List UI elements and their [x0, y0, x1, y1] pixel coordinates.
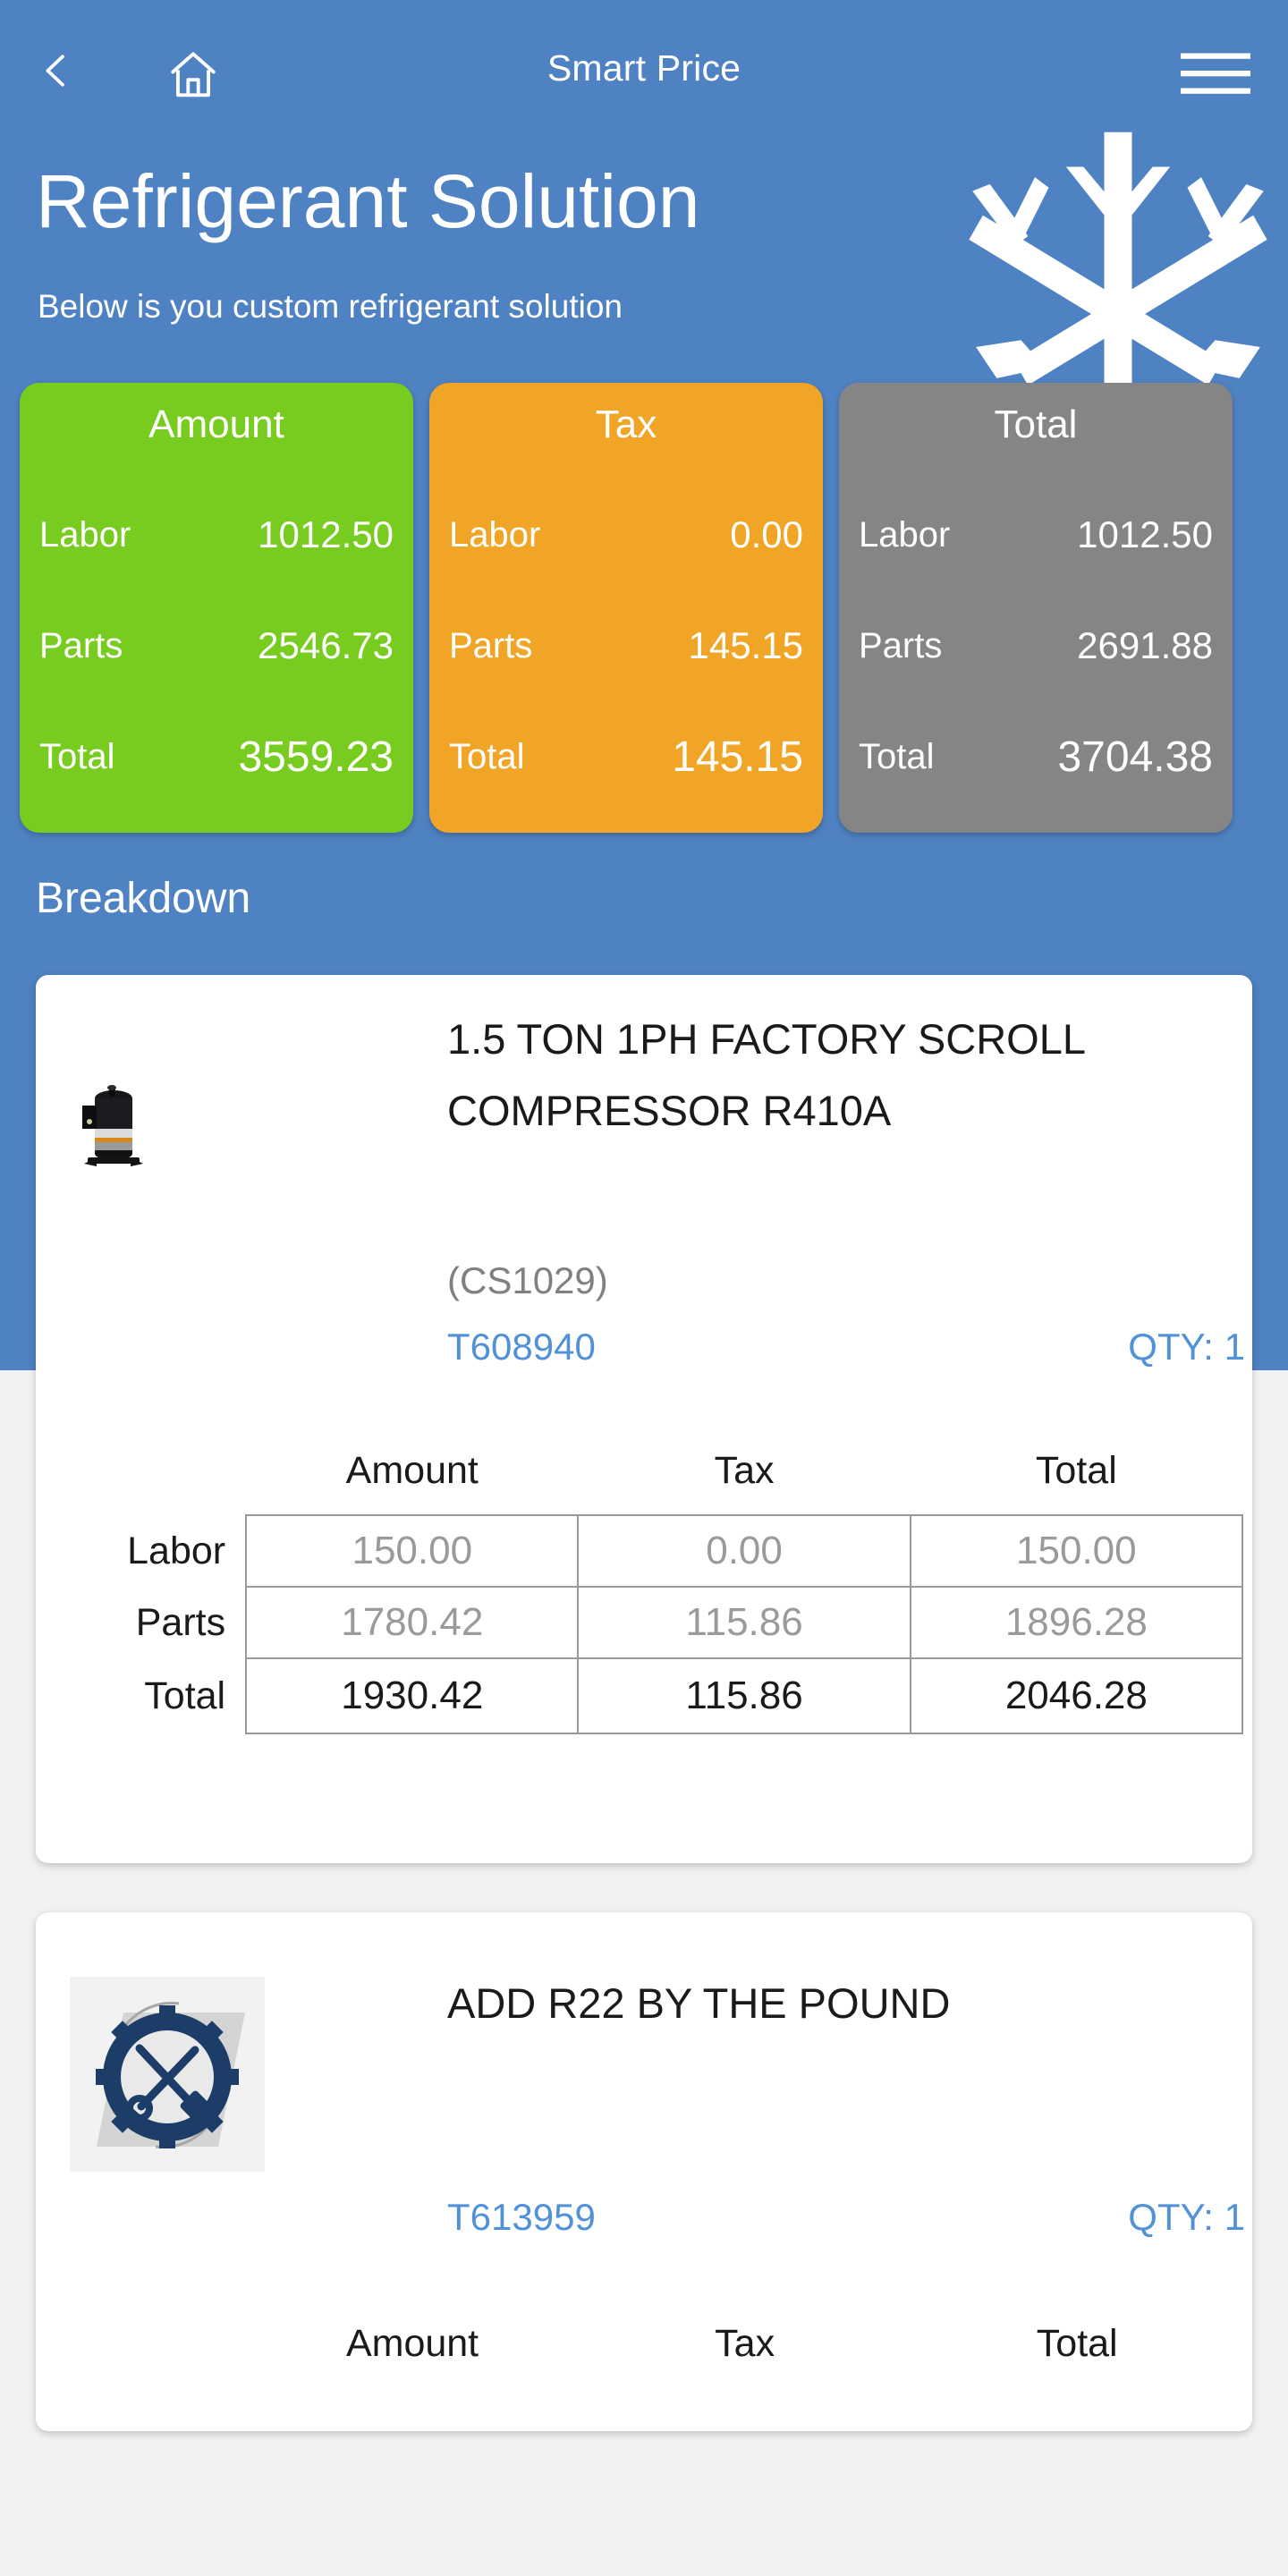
- summary-row-value: 1012.50: [258, 513, 394, 556]
- summary-row-label: Parts: [449, 625, 533, 665]
- summary-row-label: Labor: [449, 514, 541, 555]
- item-model-code: (CS1029): [447, 1259, 608, 1301]
- item-meta-row: T613959 QTY: 1: [447, 2196, 1245, 2239]
- summary-row-label: Parts: [859, 625, 943, 665]
- table-header-total: Total: [1036, 2322, 1118, 2365]
- table-cell-amount: 150.00: [245, 1514, 580, 1588]
- snowflake-icon: [939, 125, 1288, 402]
- table-corner-cell: [95, 1449, 246, 1515]
- table-row-label: Labor: [127, 1529, 226, 1572]
- table-cell-amount: 1930.42: [245, 1657, 580, 1734]
- table-header-row: Amount Tax Total: [95, 2322, 1243, 2387]
- table-header-tax: Tax: [714, 1449, 775, 1492]
- item-meta-row: T608940 QTY: 1: [447, 1326, 1245, 1368]
- table-row-label: Total: [144, 1674, 226, 1717]
- summary-row-label: Labor: [859, 514, 951, 555]
- table-corner-cell: [95, 2322, 246, 2387]
- summary-row-label: Total: [859, 737, 935, 777]
- table-cell-total: 1896.28: [909, 1586, 1244, 1659]
- scroll-compressor-photo: [72, 1079, 148, 1175]
- top-navigation-bar: Smart Price: [0, 0, 1288, 134]
- table-row-label: Parts: [135, 1600, 226, 1644]
- summary-row-labor: Labor 0.00: [449, 479, 803, 590]
- summary-row-labor: Labor 1012.50: [859, 479, 1213, 590]
- item-title: ADD R22 BY THE POUND: [447, 1979, 951, 2027]
- item-cost-table: Amount Tax Total: [95, 2322, 1243, 2387]
- hamburger-menu-icon[interactable]: [1181, 52, 1250, 95]
- summary-row-label: Labor: [39, 514, 131, 555]
- breakdown-heading: Breakdown: [36, 875, 251, 922]
- item-cost-table-wrapper: Amount Tax Total: [95, 2322, 1279, 2387]
- summary-card-total[interactable]: Total Labor 1012.50 Parts 2691.88 Total …: [839, 383, 1233, 833]
- table-row: Parts 1780.42 115.86 1896.28: [95, 1586, 1244, 1659]
- summary-card-rows: Labor 1012.50 Parts 2691.88 Total 3704.3…: [859, 479, 1213, 813]
- summary-card-amount[interactable]: Amount Labor 1012.50 Parts 2546.73 Total…: [20, 383, 413, 833]
- summary-card-title: Tax: [595, 402, 657, 446]
- item-cost-table: Amount Tax Total Labor 150.00 0.00 150.0…: [95, 1449, 1244, 1734]
- summary-row-value: 145.15: [672, 733, 803, 782]
- gear-tools-placeholder-icon: [70, 1977, 265, 2172]
- table-header-tax: Tax: [715, 2322, 775, 2365]
- summary-row-value: 3559.23: [238, 733, 394, 782]
- table-header-amount: Amount: [345, 1449, 479, 1492]
- summary-row-value: 145.15: [688, 624, 803, 667]
- summary-row-parts: Parts 145.15: [449, 590, 803, 701]
- summary-card-tax[interactable]: Tax Labor 0.00 Parts 145.15 Total 145.15: [429, 383, 823, 833]
- summary-row-label: Parts: [39, 625, 123, 665]
- summary-row-parts: Parts 2691.88: [859, 590, 1213, 701]
- page-title: Refrigerant Solution: [36, 159, 700, 243]
- table-cell-tax: 0.00: [577, 1514, 911, 1588]
- summary-row-value: 3704.38: [1057, 733, 1213, 782]
- item-title: 1.5 TON 1PH FACTORY SCROLL COMPRESSOR R4…: [447, 1015, 1085, 1134]
- table-header-row: Amount Tax Total: [95, 1449, 1242, 1515]
- summary-row-label: Total: [39, 737, 115, 777]
- summary-card-rows: Labor 1012.50 Parts 2546.73 Total 3559.2…: [39, 479, 394, 813]
- summary-row-parts: Parts 2546.73: [39, 590, 394, 701]
- summary-card-title: Total: [994, 402, 1078, 446]
- item-part-number[interactable]: T608940: [447, 1326, 596, 1368]
- item-quantity: QTY: 1: [1128, 2196, 1245, 2238]
- screen-root: Smart Price Refrigerant Solution Below i…: [0, 0, 1288, 2576]
- table-cell-total: 150.00: [909, 1514, 1244, 1588]
- summary-row-total: Total 3704.38: [859, 702, 1213, 813]
- summary-row-value: 2691.88: [1077, 624, 1213, 667]
- summary-row-value: 0.00: [730, 513, 803, 556]
- table-row: Total 1930.42 115.86 2046.28: [95, 1657, 1244, 1734]
- table-header-total: Total: [1035, 1449, 1117, 1492]
- table-header-amount: Amount: [345, 2322, 479, 2365]
- summary-row-total: Total 3559.23: [39, 702, 394, 813]
- summary-row-label: Total: [449, 737, 525, 777]
- table-cell-amount: 1780.42: [245, 1586, 580, 1659]
- item-cost-table-wrapper: Amount Tax Total Labor 150.00 0.00 150.0…: [95, 1449, 1279, 1734]
- page-subtitle: Below is you custom refrigerant solution: [38, 288, 623, 325]
- summary-row-total: Total 145.15: [449, 702, 803, 813]
- item-quantity: QTY: 1: [1128, 1326, 1245, 1368]
- summary-row-value: 2546.73: [258, 624, 394, 667]
- app-title: Smart Price: [547, 47, 741, 89]
- summary-row-labor: Labor 1012.50: [39, 479, 394, 590]
- summary-row-value: 1012.50: [1077, 513, 1213, 556]
- summary-card-rows: Labor 0.00 Parts 145.15 Total 145.15: [449, 479, 803, 813]
- summary-card-title: Amount: [148, 402, 284, 446]
- table-cell-total: 2046.28: [909, 1657, 1244, 1734]
- item-part-number[interactable]: T613959: [447, 2196, 596, 2239]
- summary-cards-row: Amount Labor 1012.50 Parts 2546.73 Total…: [20, 383, 1270, 833]
- table-cell-tax: 115.86: [577, 1586, 911, 1659]
- table-row: Labor 150.00 0.00 150.00: [95, 1514, 1244, 1588]
- table-cell-tax: 115.86: [577, 1657, 911, 1734]
